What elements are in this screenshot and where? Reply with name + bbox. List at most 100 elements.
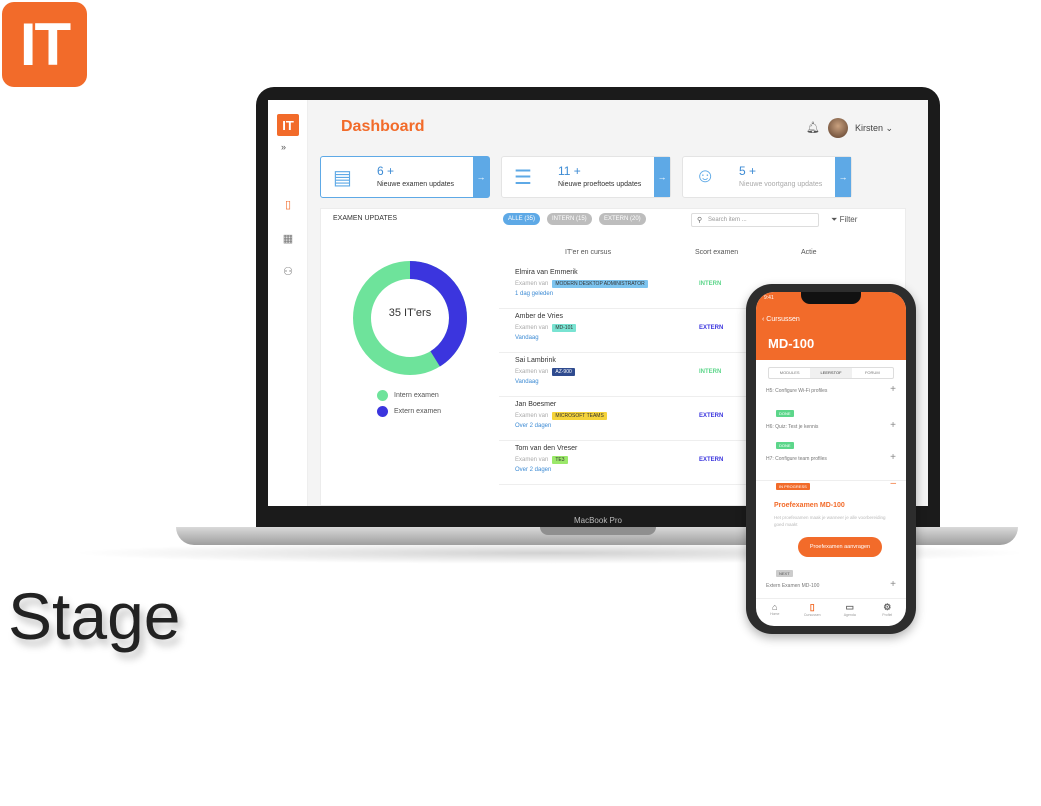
exam-score: INTERN <box>699 281 722 287</box>
module-item[interactable]: H7: Configure team profiles <box>766 456 898 462</box>
page-title: Dashboard <box>341 118 425 135</box>
plus-icon[interactable]: + <box>890 420 896 431</box>
funnel-icon: ⏷ <box>831 215 838 224</box>
column-header-course: IT'er en cursus <box>565 249 612 256</box>
back-icon: ‹ <box>762 316 765 323</box>
module-label: H5: Configure Wi-Fi profiles <box>766 388 828 394</box>
legend-intern-label: Intern examen <box>394 392 439 399</box>
exam-when: Vandaag <box>515 335 539 341</box>
stage-title: Stage <box>8 579 181 653</box>
tab-forum[interactable]: FORUM <box>852 368 893 378</box>
plus-icon[interactable]: + <box>890 384 896 395</box>
user-name: Kirsten <box>855 123 884 133</box>
exam-prefix: Examen van <box>515 325 549 331</box>
tab-modules[interactable]: MODULES <box>769 368 810 378</box>
legend-extern-dot <box>377 406 388 417</box>
exam-info: Examen van MD-101 <box>515 324 577 332</box>
nav-label: Home <box>770 612 780 616</box>
nav-courses[interactable]: ▯ Cursussen <box>794 599 832 626</box>
card-value: 5 + <box>739 164 757 178</box>
legend-extern: Extern examen <box>377 406 441 417</box>
exam-prefix: Examen van <box>515 413 549 419</box>
sidebar-logo[interactable]: IT <box>277 114 299 136</box>
exam-score: EXTERN <box>699 325 724 331</box>
student-name: Amber de Vries <box>515 313 563 320</box>
plus-icon[interactable]: + <box>890 579 896 590</box>
status-badge: NEXT <box>776 570 793 577</box>
bell-icon[interactable]: 🔔︎ <box>806 121 820 134</box>
exam-prefix: Examen van <box>515 457 549 463</box>
card-progress-updates[interactable]: ☺ 5 + Nieuwe voortgang updates → <box>682 156 852 198</box>
nav-label: Agenda <box>843 613 856 617</box>
avatar[interactable] <box>828 118 848 138</box>
exam-score: EXTERN <box>699 457 724 463</box>
brand-logo: IT <box>2 2 87 87</box>
reader-icon: ☺ <box>695 165 716 187</box>
course-tag: MD-101 <box>552 324 577 332</box>
certificate-icon: ▤ <box>333 167 352 189</box>
card-exam-updates[interactable]: ▤ 6 + Nieuwe examen updates → <box>320 156 490 198</box>
module-item[interactable]: H6: Quiz: Test je kennis <box>766 424 898 430</box>
search-placeholder: Search item ... <box>708 217 747 223</box>
card-practice-updates[interactable]: ☰ 11 + Nieuwe proeftoets updates → <box>501 156 671 198</box>
user-menu[interactable]: Kirsten ⌄ <box>855 123 893 134</box>
legend-intern-dot <box>377 390 388 401</box>
legend-extern-label: Extern examen <box>394 408 442 415</box>
exam-prefix: Examen van <box>515 369 549 375</box>
card-label: Nieuwe proeftoets updates <box>558 181 642 188</box>
phone-device: 9:41 ‹ Cursussen MD-100 MODULES LEERSTOF… <box>746 284 916 634</box>
search-input[interactable]: ⚲ Search item ... <box>691 213 819 227</box>
course-tag: MODERN DESKTOP ADMINISTRATOR <box>552 280 648 288</box>
request-exam-button[interactable]: Proefexamen aanvragen <box>798 537 882 557</box>
arrow-right-icon[interactable]: → <box>835 157 851 197</box>
card-label: Nieuwe voortgang updates <box>739 181 823 188</box>
nav-profile[interactable]: ⚙ Profiel <box>869 599 907 626</box>
arrow-right-icon[interactable]: → <box>654 157 670 197</box>
nav-agenda[interactable]: ▭ Agenda <box>831 599 869 626</box>
exam-info: Examen van MICROSOFT TEAMS <box>515 412 607 420</box>
clipboard-icon[interactable]: ▯ <box>281 198 295 212</box>
donut-center-label: 35 IT'ers <box>388 307 432 319</box>
plus-icon[interactable]: + <box>890 452 896 463</box>
filter-chip-intern[interactable]: INTERN (15) <box>547 213 592 225</box>
course-tag: TE3 <box>552 456 568 464</box>
status-time: 9:41 <box>764 295 774 301</box>
card-value: 11 + <box>558 164 581 178</box>
student-name: Sai Lambrink <box>515 357 556 364</box>
users-icon[interactable]: ⚇ <box>281 265 295 279</box>
module-label: H7: Configure team profiles <box>766 456 827 462</box>
module-label: H6: Quiz: Test je kennis <box>766 424 819 430</box>
in-progress-text: Het proefexamen maak je wanneer je alle … <box>774 515 886 527</box>
laptop-model-label: MacBook Pro <box>573 516 623 525</box>
phone-tabs: MODULES LEERSTOF FORUM <box>768 367 894 379</box>
module-item[interactable]: Extern Examen MD-100 <box>766 583 898 589</box>
exam-score: INTERN <box>699 369 722 375</box>
nav-label: Profiel <box>882 613 893 617</box>
book-icon: ▯ <box>809 602 815 612</box>
card-label: Nieuwe examen updates <box>377 181 455 188</box>
exam-info: Examen van TE3 <box>515 456 568 464</box>
tab-leerstof[interactable]: LEERSTOF <box>810 368 852 378</box>
filter-button[interactable]: ⏷ Filter <box>831 215 857 225</box>
filter-chip-extern[interactable]: EXTERN (20) <box>599 213 646 225</box>
nav-home[interactable]: ⌂ Home <box>756 599 794 626</box>
arrow-right-icon[interactable]: → <box>473 157 489 197</box>
exam-score: EXTERN <box>699 413 724 419</box>
module-item[interactable]: H5: Configure Wi-Fi profiles <box>766 388 898 394</box>
status-badge: DONE <box>776 442 794 449</box>
filter-chip-all[interactable]: ALLE (35) <box>503 213 541 225</box>
filter-label: Filter <box>839 215 858 224</box>
card-value: 6 + <box>377 164 395 178</box>
sidebar: IT » ▯ ▦ ⚇ <box>268 100 308 506</box>
expand-icon[interactable]: » <box>281 142 286 152</box>
exam-when: Over 2 dagen <box>515 423 552 429</box>
exam-when: 1 dag geleden <box>515 291 554 297</box>
module-label: Extern Examen MD-100 <box>766 583 820 589</box>
minus-icon[interactable]: – <box>890 478 896 489</box>
promo-stage: IT MacBook Pro IT » ▯ ▦ ⚇ Dashboard 🔔︎ K… <box>0 0 1041 806</box>
column-header-action: Actie <box>801 249 817 256</box>
exam-when: Vandaag <box>515 379 539 385</box>
donut-chart: 35 IT'ers <box>351 259 469 377</box>
back-link[interactable]: ‹ Cursussen <box>762 316 800 323</box>
grid-icon[interactable]: ▦ <box>281 232 295 246</box>
